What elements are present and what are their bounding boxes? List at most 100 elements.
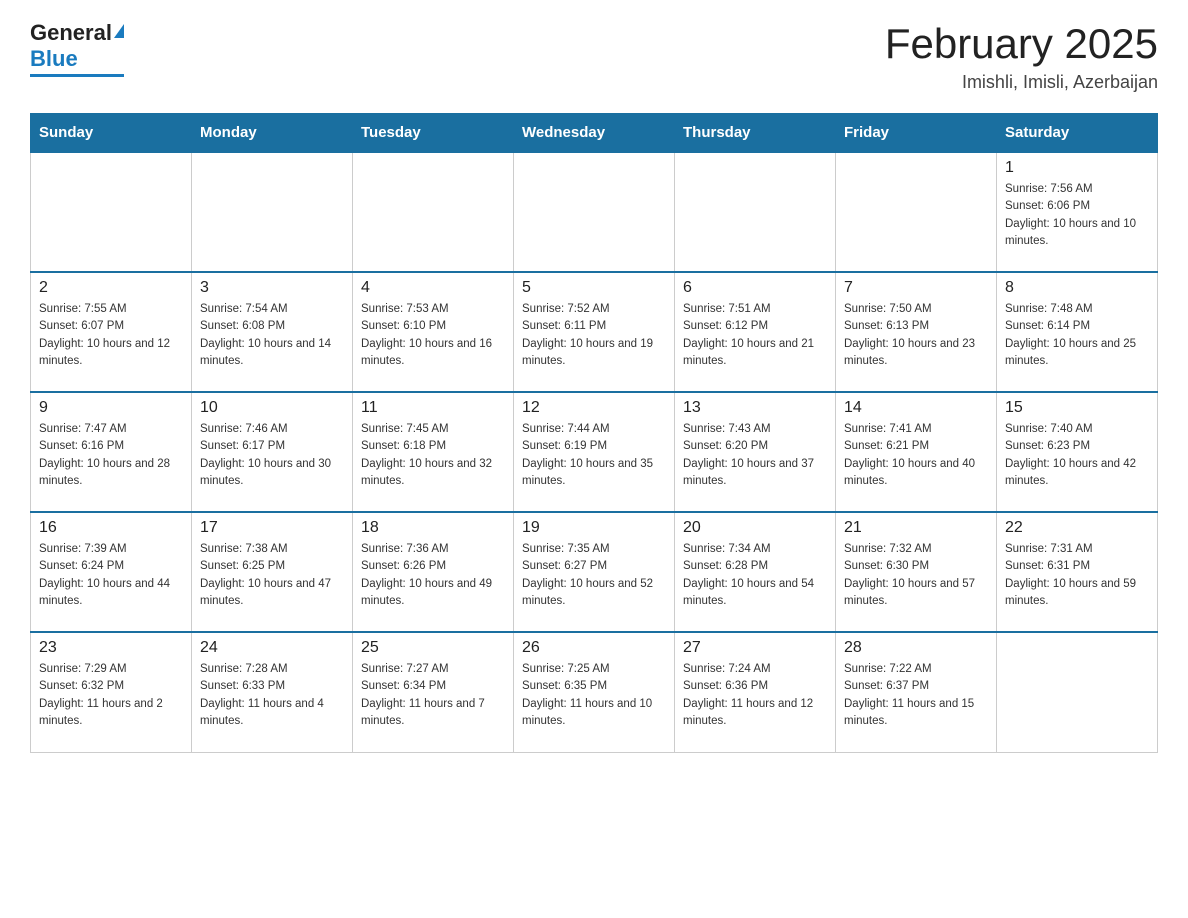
day-info: Sunrise: 7:38 AMSunset: 6:25 PMDaylight:…	[200, 541, 344, 610]
day-info: Sunrise: 7:55 AMSunset: 6:07 PMDaylight:…	[39, 301, 183, 370]
calendar-cell: 21Sunrise: 7:32 AMSunset: 6:30 PMDayligh…	[836, 512, 997, 632]
day-number: 8	[1005, 279, 1149, 297]
day-header-sunday: Sunday	[31, 114, 192, 153]
day-info: Sunrise: 7:45 AMSunset: 6:18 PMDaylight:…	[361, 421, 505, 490]
day-info: Sunrise: 7:36 AMSunset: 6:26 PMDaylight:…	[361, 541, 505, 610]
day-info: Sunrise: 7:50 AMSunset: 6:13 PMDaylight:…	[844, 301, 988, 370]
day-info: Sunrise: 7:41 AMSunset: 6:21 PMDaylight:…	[844, 421, 988, 490]
calendar-subtitle: Imishli, Imisli, Azerbaijan	[885, 72, 1158, 93]
calendar-header-row: SundayMondayTuesdayWednesdayThursdayFrid…	[31, 114, 1158, 153]
day-number: 17	[200, 519, 344, 537]
day-number: 23	[39, 639, 183, 657]
day-number: 6	[683, 279, 827, 297]
day-info: Sunrise: 7:22 AMSunset: 6:37 PMDaylight:…	[844, 661, 988, 730]
day-number: 26	[522, 639, 666, 657]
calendar-cell: 1 Sunrise: 7:56 AMSunset: 6:06 PMDaylight…	[997, 152, 1158, 272]
day-number: 13	[683, 399, 827, 417]
day-header-thursday: Thursday	[675, 114, 836, 153]
day-number: 25	[361, 639, 505, 657]
day-number: 12	[522, 399, 666, 417]
day-info: Sunrise: 7:35 AMSunset: 6:27 PMDaylight:…	[522, 541, 666, 610]
calendar-cell: 22 Sunrise: 7:31 AMSunset: 6:31 PMDayligh…	[997, 512, 1158, 632]
day-number: 24	[200, 639, 344, 657]
day-number: 18	[361, 519, 505, 537]
calendar-cell	[997, 632, 1158, 752]
calendar-cell	[31, 152, 192, 272]
day-header-tuesday: Tuesday	[353, 114, 514, 153]
day-header-wednesday: Wednesday	[514, 114, 675, 153]
day-number: 2	[39, 279, 183, 297]
calendar-cell: 23 Sunrise: 7:29 AMSunset: 6:32 PMDayligh…	[31, 632, 192, 752]
calendar-table: SundayMondayTuesdayWednesdayThursdayFrid…	[30, 113, 1158, 753]
calendar-week-1: 1 Sunrise: 7:56 AMSunset: 6:06 PMDaylight…	[31, 152, 1158, 272]
calendar-cell	[192, 152, 353, 272]
day-info: Sunrise: 7:27 AMSunset: 6:34 PMDaylight:…	[361, 661, 505, 730]
calendar-cell: 10 Sunrise: 7:46 AMSunset: 6:17 PMDayligh…	[192, 392, 353, 512]
calendar-cell: 19Sunrise: 7:35 AMSunset: 6:27 PMDayligh…	[514, 512, 675, 632]
logo-text: General	[30, 20, 124, 46]
logo: General Blue	[30, 20, 124, 77]
day-info: Sunrise: 7:54 AMSunset: 6:08 PMDaylight:…	[200, 301, 344, 370]
calendar-cell	[514, 152, 675, 272]
calendar-cell: 6Sunrise: 7:51 AMSunset: 6:12 PMDaylight…	[675, 272, 836, 392]
calendar-cell: 5 Sunrise: 7:52 AMSunset: 6:11 PMDaylight…	[514, 272, 675, 392]
calendar-cell: 2 Sunrise: 7:55 AMSunset: 6:07 PMDaylight…	[31, 272, 192, 392]
calendar-cell: 26 Sunrise: 7:25 AMSunset: 6:35 PMDayligh…	[514, 632, 675, 752]
day-number: 7	[844, 279, 988, 297]
day-header-monday: Monday	[192, 114, 353, 153]
day-info: Sunrise: 7:32 AMSunset: 6:30 PMDaylight:…	[844, 541, 988, 610]
calendar-cell: 16Sunrise: 7:39 AMSunset: 6:24 PMDayligh…	[31, 512, 192, 632]
day-info: Sunrise: 7:25 AMSunset: 6:35 PMDaylight:…	[522, 661, 666, 730]
day-info: Sunrise: 7:28 AMSunset: 6:33 PMDaylight:…	[200, 661, 344, 730]
day-number: 27	[683, 639, 827, 657]
day-number: 11	[361, 399, 505, 417]
calendar-cell: 28 Sunrise: 7:22 AMSunset: 6:37 PMDayligh…	[836, 632, 997, 752]
day-info: Sunrise: 7:40 AMSunset: 6:23 PMDaylight:…	[1005, 421, 1149, 490]
day-info: Sunrise: 7:53 AMSunset: 6:10 PMDaylight:…	[361, 301, 505, 370]
calendar-title: February 2025	[885, 20, 1158, 68]
calendar-cell: 27Sunrise: 7:24 AMSunset: 6:36 PMDayligh…	[675, 632, 836, 752]
logo-line	[30, 74, 124, 77]
day-number: 1	[1005, 159, 1149, 177]
day-number: 10	[200, 399, 344, 417]
calendar-cell: 11 Sunrise: 7:45 AMSunset: 6:18 PMDayligh…	[353, 392, 514, 512]
day-info: Sunrise: 7:56 AMSunset: 6:06 PMDaylight:…	[1005, 181, 1149, 250]
day-info: Sunrise: 7:46 AMSunset: 6:17 PMDaylight:…	[200, 421, 344, 490]
day-info: Sunrise: 7:31 AMSunset: 6:31 PMDaylight:…	[1005, 541, 1149, 610]
title-block: February 2025 Imishli, Imisli, Azerbaija…	[885, 20, 1158, 93]
day-info: Sunrise: 7:47 AMSunset: 6:16 PMDaylight:…	[39, 421, 183, 490]
calendar-cell	[353, 152, 514, 272]
calendar-cell: 7 Sunrise: 7:50 AMSunset: 6:13 PMDaylight…	[836, 272, 997, 392]
day-info: Sunrise: 7:29 AMSunset: 6:32 PMDaylight:…	[39, 661, 183, 730]
day-info: Sunrise: 7:52 AMSunset: 6:11 PMDaylight:…	[522, 301, 666, 370]
day-info: Sunrise: 7:39 AMSunset: 6:24 PMDaylight:…	[39, 541, 183, 610]
calendar-cell: 25 Sunrise: 7:27 AMSunset: 6:34 PMDayligh…	[353, 632, 514, 752]
calendar-cell: 12 Sunrise: 7:44 AMSunset: 6:19 PMDayligh…	[514, 392, 675, 512]
calendar-cell: 9Sunrise: 7:47 AMSunset: 6:16 PMDaylight…	[31, 392, 192, 512]
calendar-week-5: 23 Sunrise: 7:29 AMSunset: 6:32 PMDayligh…	[31, 632, 1158, 752]
calendar-cell: 3 Sunrise: 7:54 AMSunset: 6:08 PMDaylight…	[192, 272, 353, 392]
day-info: Sunrise: 7:34 AMSunset: 6:28 PMDaylight:…	[683, 541, 827, 610]
day-header-friday: Friday	[836, 114, 997, 153]
day-header-saturday: Saturday	[997, 114, 1158, 153]
calendar-week-4: 16Sunrise: 7:39 AMSunset: 6:24 PMDayligh…	[31, 512, 1158, 632]
calendar-cell: 20Sunrise: 7:34 AMSunset: 6:28 PMDayligh…	[675, 512, 836, 632]
day-number: 28	[844, 639, 988, 657]
calendar-week-3: 9Sunrise: 7:47 AMSunset: 6:16 PMDaylight…	[31, 392, 1158, 512]
calendar-cell: 13Sunrise: 7:43 AMSunset: 6:20 PMDayligh…	[675, 392, 836, 512]
calendar-cell: 18 Sunrise: 7:36 AMSunset: 6:26 PMDayligh…	[353, 512, 514, 632]
day-info: Sunrise: 7:44 AMSunset: 6:19 PMDaylight:…	[522, 421, 666, 490]
day-info: Sunrise: 7:48 AMSunset: 6:14 PMDaylight:…	[1005, 301, 1149, 370]
calendar-cell	[836, 152, 997, 272]
day-number: 15	[1005, 399, 1149, 417]
day-number: 22	[1005, 519, 1149, 537]
logo-general-text: General	[30, 20, 112, 46]
day-number: 14	[844, 399, 988, 417]
day-number: 3	[200, 279, 344, 297]
calendar-cell: 24 Sunrise: 7:28 AMSunset: 6:33 PMDayligh…	[192, 632, 353, 752]
calendar-cell: 4Sunrise: 7:53 AMSunset: 6:10 PMDaylight…	[353, 272, 514, 392]
calendar-cell	[675, 152, 836, 272]
day-number: 5	[522, 279, 666, 297]
page-header: General Blue February 2025 Imishli, Imis…	[30, 20, 1158, 93]
calendar-cell: 15 Sunrise: 7:40 AMSunset: 6:23 PMDayligh…	[997, 392, 1158, 512]
